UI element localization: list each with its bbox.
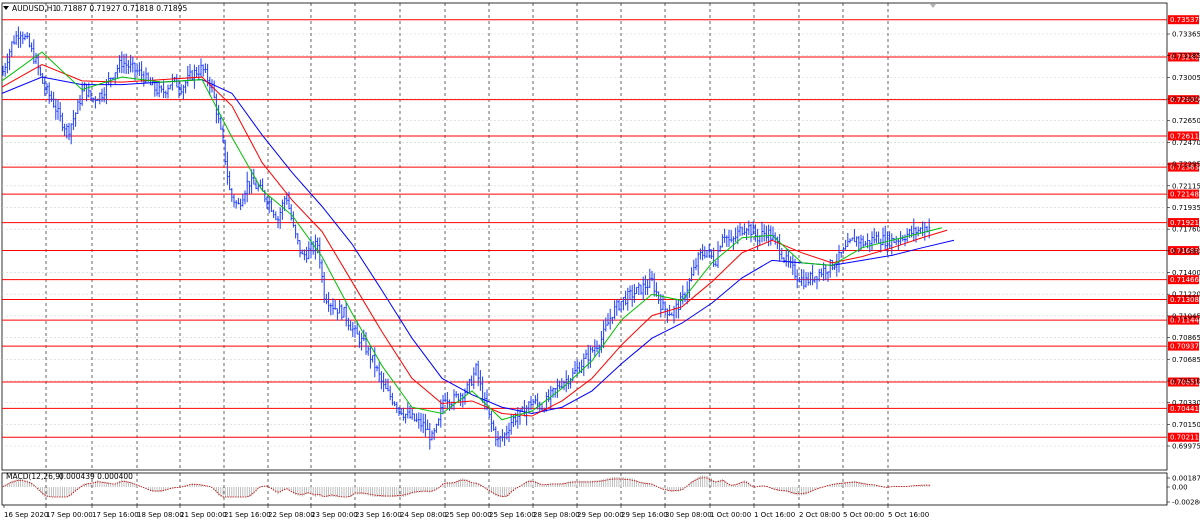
level-label: 0.70211	[1170, 434, 1199, 442]
y-tick-label: 0.70685	[1172, 356, 1200, 364]
y-tick-label: 0.71400	[1172, 269, 1200, 277]
y-tick-label: 0.69975	[1172, 443, 1200, 451]
x-tick-label: 25 Sep 00:00	[445, 511, 492, 519]
x-tick-label: 1 Oct 00:00	[710, 511, 751, 519]
x-tick-label: 21 Sep 00:00	[180, 511, 227, 519]
price-chart[interactable]: 0.735370.732400.729000.726110.723630.721…	[0, 0, 1200, 523]
macd-y-tick-label: -0.002864	[1172, 499, 1200, 507]
x-tick-label: 30 Sep 08:00	[665, 511, 712, 519]
ohlc-values: 0.71887 0.71927 0.71818 0.71895	[56, 4, 187, 13]
x-tick-label: 5 Oct 16:00	[888, 511, 929, 519]
y-tick-label: 0.72115	[1172, 182, 1200, 190]
x-tick-label: 21 Sep 16:00	[224, 511, 271, 519]
y-tick-label: 0.72470	[1172, 139, 1200, 147]
x-tick-label: 23 Sep 16:00	[355, 511, 402, 519]
x-tick-label: 23 Sep 00:00	[311, 511, 358, 519]
y-tick-label: 0.70330	[1172, 399, 1200, 407]
level-label: 0.72148	[1170, 191, 1199, 199]
macd-y-tick-label: 0.001878	[1172, 475, 1200, 483]
x-tick-label: 16 Sep 2020	[4, 511, 48, 519]
y-tick-label: 0.72650	[1172, 117, 1200, 125]
x-tick-label: 29 Sep 16:00	[621, 511, 668, 519]
chart-header: AUDUSD,H1 0.71887 0.71927 0.71818 0.7189…	[3, 4, 187, 13]
x-tick-label: 5 Oct 00:00	[843, 511, 884, 519]
y-tick-label: 0.70510	[1172, 377, 1200, 385]
macd-header: MACD(12,26,9) 0.000439 0.000400	[6, 472, 133, 481]
symbol-label: AUDUSD,H1	[12, 4, 57, 13]
x-tick-label: 1 Oct 16:00	[754, 511, 795, 519]
x-tick-label: 28 Sep 08:00	[533, 511, 580, 519]
y-tick-label: 0.71220	[1172, 291, 1200, 299]
level-label: 0.70937	[1170, 343, 1199, 351]
x-tick-label: 29 Sep 00:00	[577, 511, 624, 519]
x-tick-label: 18 Sep 08:00	[137, 511, 184, 519]
y-tick-label: 0.71935	[1172, 204, 1200, 212]
y-tick-label: 0.71760	[1172, 226, 1200, 234]
level-label: 0.71466	[1170, 276, 1199, 284]
y-tick-label: 0.73185	[1172, 52, 1200, 60]
macd-label: MACD(12,26,9)	[6, 472, 63, 481]
y-tick-label: 0.73005	[1172, 74, 1200, 82]
y-tick-label: 0.73365	[1172, 31, 1200, 39]
macd-y-tick-label: 0.00	[1172, 484, 1188, 492]
level-label: 0.73537	[1170, 16, 1199, 24]
x-tick-label: 17 Sep 16:00	[92, 511, 139, 519]
x-tick-label: 2 Oct 08:00	[799, 511, 840, 519]
y-tick-label: 0.70150	[1172, 421, 1200, 429]
y-tick-label: 0.72830	[1172, 96, 1200, 104]
x-tick-label: 25 Sep 16:00	[489, 511, 536, 519]
x-tick-label: 24 Sep 08:00	[400, 511, 447, 519]
x-tick-label: 22 Sep 08:00	[268, 511, 315, 519]
x-tick-label: 17 Sep 00:00	[46, 511, 93, 519]
y-tick-label: 0.72295	[1172, 161, 1200, 169]
y-tick-label: 0.70865	[1172, 334, 1200, 342]
y-tick-label: 0.71045	[1172, 312, 1200, 320]
macd-values: 0.000439 0.000400	[59, 472, 133, 481]
y-tick-label: 0.71580	[1172, 247, 1200, 255]
